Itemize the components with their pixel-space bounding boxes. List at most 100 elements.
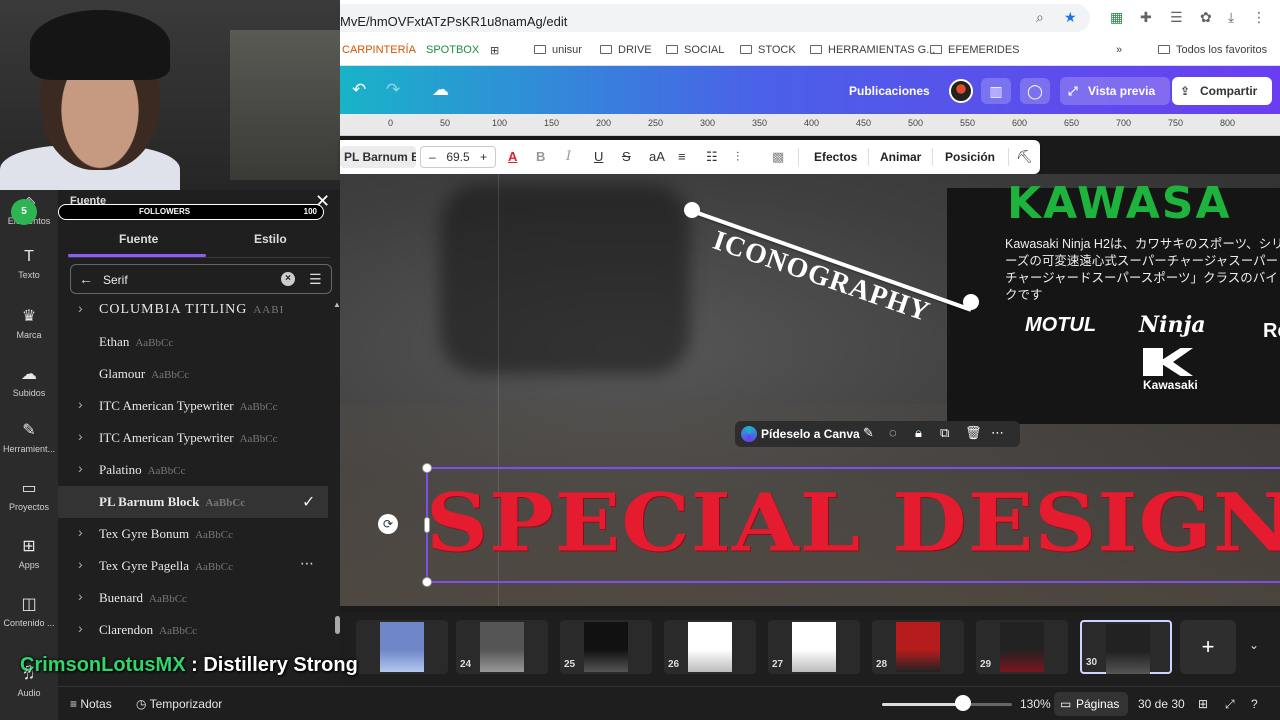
filter-sliders-icon[interactable]: ☰ [309,271,322,288]
page-thumbnail[interactable]: 26 [664,620,756,674]
page-thumbnail[interactable] [356,620,448,674]
extensions-puzzle-icon[interactable]: ✚ [1140,9,1152,26]
delete-icon[interactable]: 🗑︎ [965,425,982,441]
letter-case-icon[interactable]: aA [649,149,665,164]
bookmark-unisur[interactable]: unisur [534,44,582,56]
more-options-icon[interactable]: ⋯ [991,425,1004,441]
pages-button[interactable]: ▭ Páginas [1054,692,1128,716]
cloud-saved-icon[interactable]: ☁ [432,80,449,100]
rail-item-upload[interactable]: ☁ Subidos [0,364,58,398]
bookmark-star-icon[interactable]: ★ [1064,9,1077,26]
font-list-item[interactable]: › ITC American Typewriter AaBbCc [58,390,328,422]
page-thumbnail[interactable]: 28 [872,620,964,674]
page-thumbnail[interactable]: 29 [976,620,1068,674]
tab-font[interactable]: Fuente [119,232,158,246]
position-button[interactable]: Posición [945,150,995,164]
user-avatar[interactable] [949,79,973,103]
tab-style[interactable]: Estilo [254,232,287,246]
kawasaki-image-element[interactable]: KAWASA Kawasaki Ninja H2は、カワサキのスポーツ、シリーズ… [947,178,1280,424]
italic-icon[interactable]: I [566,149,571,164]
line-end-handle[interactable] [963,294,979,310]
chevron-right-icon[interactable]: › [78,396,83,412]
font-search-input[interactable]: ← Serif × ☰ [70,264,332,294]
bookmark-efemerides[interactable]: EFEMERIDES [930,44,1020,56]
font-list-item[interactable]: › Buenard AaBbCc [58,582,328,614]
fullscreen-icon[interactable]: ⤢ [1225,697,1235,712]
align-left-icon[interactable]: ≡ [678,149,686,164]
zoom-level[interactable]: 130% [1020,697,1051,711]
font-list-item[interactable]: › Palatino AaBbCc [58,454,328,486]
chevron-right-icon[interactable]: › [78,588,83,604]
bookmark-social[interactable]: SOCIAL [666,44,724,56]
effects-button[interactable]: Efectos [814,150,857,164]
menu-dots-icon[interactable]: ⋮ [1252,9,1266,26]
back-arrow-icon[interactable]: ← [79,271,93,287]
resize-handle-left[interactable] [424,517,430,533]
strikethrough-icon[interactable]: S [622,149,631,164]
publications-link[interactable]: Publicaciones [849,84,930,98]
transparency-icon[interactable]: ▩ [772,149,784,165]
rail-item-content[interactable]: ◫ Contenido ... [0,594,58,628]
extension-icon[interactable]: ✿ [1200,9,1212,26]
font-list-item[interactable]: PL Barnum Block AaBbCc ✓ [58,486,328,518]
zoom-lens-icon[interactable]: ⌕ [1036,9,1044,26]
share-button[interactable]: ⇪ Compartir [1172,77,1272,105]
close-panel-icon[interactable]: ✕ [315,191,330,212]
grid-view-icon[interactable]: ⊞ [1198,697,1208,711]
duplicate-icon[interactable]: ⧉ [940,425,949,441]
media-control-icon[interactable]: ☰ [1170,9,1183,26]
notes-button[interactable]: ≡ Notas [70,697,112,711]
chevron-right-icon[interactable]: › [78,460,83,476]
rail-item-brand[interactable]: ♛ Marca [0,306,58,340]
resize-handle-top-left[interactable] [422,463,432,473]
bookmark-all-favorites[interactable]: Todos los favoritos [1158,44,1267,56]
chevron-right-icon[interactable]: › [78,300,83,316]
apps-grid-icon[interactable]: ⊞ [490,44,499,57]
chevron-right-icon[interactable]: › [78,620,83,636]
rail-item-pencil[interactable]: ✎ Herramient... [0,420,58,454]
font-size-stepper[interactable]: – 69.5 + [420,146,496,168]
font-list-item[interactable]: › Clarendon AaBbCc [58,614,328,646]
downloads-icon[interactable]: ⤓ [1228,9,1234,26]
font-list-item[interactable]: › Tex Gyre Bonum AaBbCc [58,518,328,550]
chevron-right-icon[interactable]: › [78,556,83,572]
decrease-size-icon[interactable]: – [429,147,436,167]
rail-item-apps[interactable]: ⊞ Apps [0,536,58,570]
bookmark-spotbox[interactable]: SPOTBOX [426,44,479,56]
add-page-button[interactable]: + [1180,620,1236,674]
redo-icon[interactable]: ↷ [386,80,400,100]
comment-icon[interactable]: ◯ [1020,78,1050,104]
preview-button[interactable]: ⤢ Vista previa [1060,77,1170,105]
bookmarks-overflow-icon[interactable]: » [1116,44,1122,56]
line-start-handle[interactable] [684,202,700,218]
zoom-slider[interactable] [882,703,1012,706]
font-list-item[interactable]: › COLUMBIA TITLING AABI [58,294,328,326]
iconography-element[interactable]: ICONOGRAPHY [684,202,980,328]
font-family-dropdown[interactable]: PL Barnum Bl... [340,146,416,168]
zoom-slider-knob[interactable] [954,695,971,711]
bookmark-herramientas[interactable]: HERRAMIENTAS G... [810,44,935,56]
page-thumbnail[interactable]: 25 [560,620,652,674]
rail-item-folder[interactable]: ▭ Proyectos [0,478,58,512]
bookmark-stock[interactable]: STOCK [740,44,796,56]
page-thumbnail[interactable]: 27 [768,620,860,674]
page-thumbnail[interactable]: 30 [1080,620,1172,674]
chevron-right-icon[interactable]: › [78,428,83,444]
design-canvas[interactable]: KAWASA Kawasaki Ninja H2は、カワサキのスポーツ、シリーズ… [340,174,1280,606]
url-field[interactable]: MvE/hmOVFxtATzPsKR1u8namAg/edit [340,4,1090,32]
font-list-item[interactable]: Ethan AaBbCc [58,326,328,358]
bookmark-drive[interactable]: DRIVE [600,44,652,56]
timer-button[interactable]: ◷ Temporizador [136,697,222,711]
bold-icon[interactable]: B [536,149,545,164]
chevron-right-icon[interactable]: › [78,524,83,540]
resize-handle-bottom-left[interactable] [422,577,432,587]
magic-edit-icon[interactable]: ✎ [863,425,874,441]
ask-canva-button[interactable]: Pídeselo a Canva [761,427,860,441]
paint-roller-icon[interactable]: ⛏ [1016,149,1033,165]
font-list-item[interactable]: Glamour AaBbCc [58,358,328,390]
text-spacing-icon[interactable]: ⫶ [736,149,739,165]
rail-item-text[interactable]: T Texto [0,248,58,280]
clear-search-icon[interactable]: × [281,272,295,286]
lock-icon[interactable]: 🔒︎ [915,425,922,441]
font-list-item[interactable]: › ITC American Typewriter AaBbCc [58,422,328,454]
